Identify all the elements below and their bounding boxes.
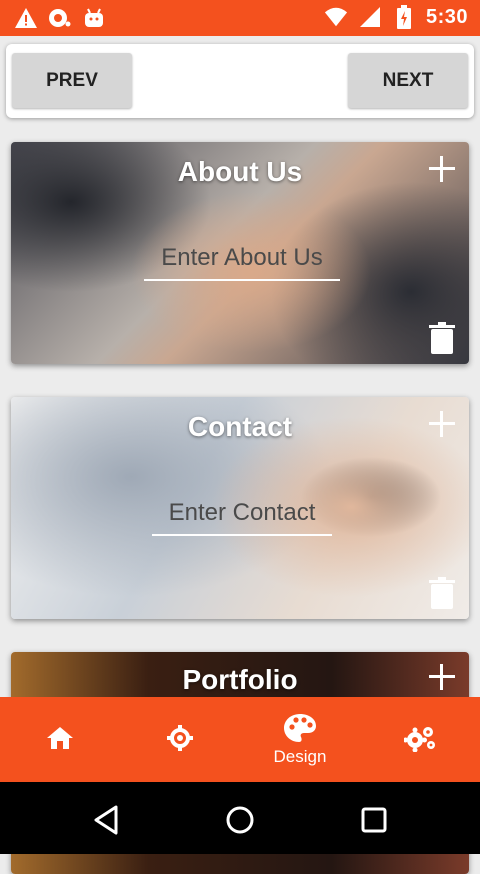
notification-icon xyxy=(48,6,72,30)
home-circle-icon[interactable] xyxy=(222,802,258,838)
prev-button[interactable]: PREV xyxy=(12,53,132,108)
delete-icon[interactable] xyxy=(429,322,455,354)
wifi-icon xyxy=(324,5,348,29)
about-us-title: About Us xyxy=(177,156,303,187)
status-left-icons xyxy=(14,6,106,30)
settings-icon xyxy=(404,726,435,752)
system-navigation-bar xyxy=(0,782,480,854)
battery-icon xyxy=(392,5,416,29)
about-us-card: About Us xyxy=(11,142,469,364)
pager-card: PREV NEXT xyxy=(6,44,474,118)
contact-title: Contact xyxy=(187,411,293,442)
crosshair-icon xyxy=(167,724,193,751)
contact-card: Contact xyxy=(11,397,469,619)
bottom-navigation: Design xyxy=(0,697,480,782)
signal-icon xyxy=(358,5,382,29)
portfolio-title: Portfolio xyxy=(182,664,298,695)
nav-settings[interactable] xyxy=(360,697,480,782)
nav-target[interactable] xyxy=(120,697,240,782)
status-bar: 5:30 xyxy=(0,0,480,36)
status-time: 5:30 xyxy=(425,5,468,28)
add-icon[interactable] xyxy=(427,662,457,692)
nav-home[interactable] xyxy=(0,697,120,782)
delete-icon[interactable] xyxy=(429,577,455,609)
warning-icon xyxy=(14,6,38,30)
nav-design-label: Design xyxy=(273,746,327,766)
add-icon[interactable] xyxy=(427,409,457,439)
back-icon[interactable] xyxy=(88,802,124,838)
android-icon xyxy=(82,6,106,30)
palette-icon xyxy=(284,713,316,742)
add-icon[interactable] xyxy=(427,154,457,184)
recents-icon[interactable] xyxy=(356,802,392,838)
nav-design[interactable]: Design xyxy=(240,697,360,782)
home-icon xyxy=(47,726,73,749)
about-us-input[interactable] xyxy=(144,237,340,281)
contact-input[interactable] xyxy=(152,492,332,536)
status-right-icons: 5:30 xyxy=(324,5,468,29)
next-button[interactable]: NEXT xyxy=(348,53,468,108)
